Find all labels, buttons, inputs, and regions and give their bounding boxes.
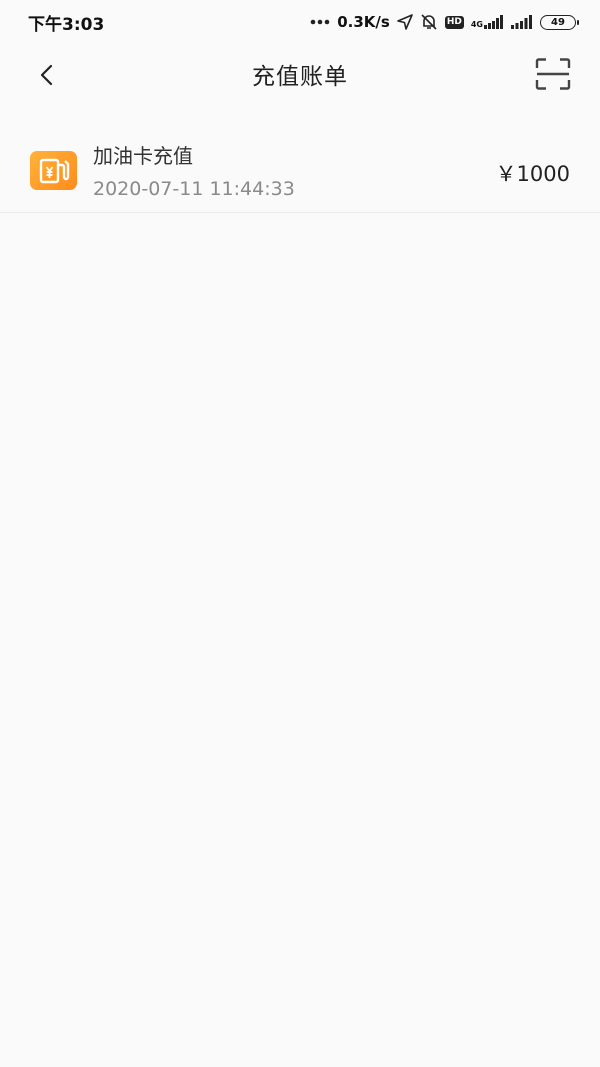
signal-bars-icon — [484, 15, 503, 29]
cell-signal-4g: 4G — [471, 15, 504, 29]
status-time: 下午3:03 — [28, 14, 105, 35]
bill-amount: ￥1000 — [495, 162, 570, 186]
status-bar: 下午3:03 0.3K/s HD 4G 49 — [0, 0, 600, 44]
battery-icon: 49 — [540, 14, 579, 30]
fuel-pump-icon — [39, 158, 69, 183]
more-dots-icon — [310, 19, 330, 25]
chevron-left-icon — [40, 64, 53, 86]
bill-time: 2020-07-11 11:44:33 — [93, 178, 295, 200]
nav-bar: 充值账单 — [0, 44, 600, 104]
back-button[interactable] — [30, 58, 64, 92]
scan-icon — [535, 58, 571, 90]
hd-badge: HD — [444, 15, 464, 29]
network-speed: 0.3K/s — [337, 13, 390, 31]
battery-level: 49 — [551, 16, 565, 28]
signal-bars-icon — [511, 15, 532, 29]
list-item[interactable]: 加油卡充值 2020-07-11 11:44:33 ￥1000 — [0, 120, 600, 213]
bill-list: 加油卡充值 2020-07-11 11:44:33 ￥1000 — [0, 120, 600, 213]
bell-muted-icon — [421, 14, 437, 30]
network-type: 4G — [470, 20, 483, 29]
scan-button[interactable] — [534, 56, 572, 92]
status-icons: 0.3K/s HD 4G 49 — [310, 13, 579, 31]
bill-name: 加油卡充值 — [93, 144, 193, 168]
location-arrow-icon — [397, 14, 413, 30]
fuel-card-icon — [30, 151, 77, 190]
page-title: 充值账单 — [252, 64, 348, 90]
